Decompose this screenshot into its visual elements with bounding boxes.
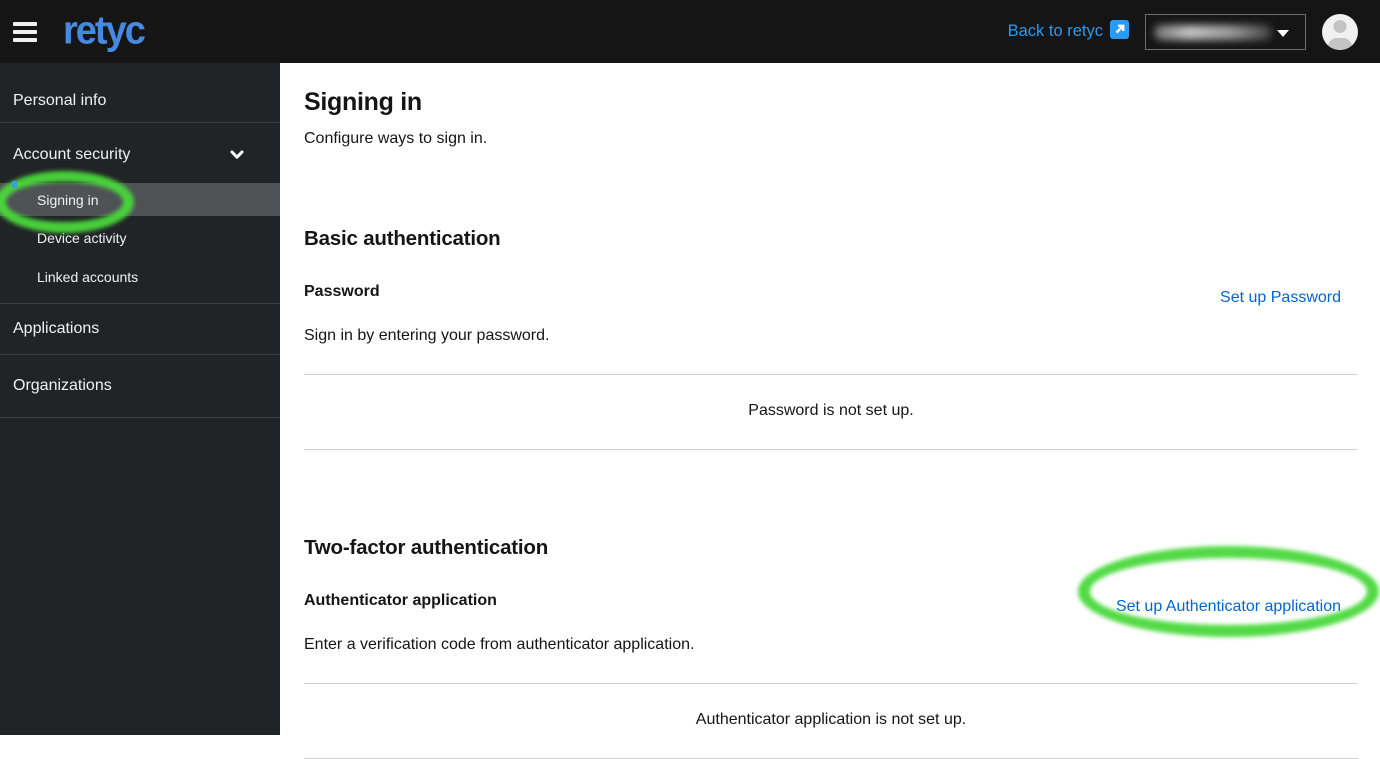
sidebar-item-label: Device activity [37, 230, 127, 246]
credential-description: Sign in by entering your password. [304, 327, 550, 344]
setup-authenticator-link[interactable]: Set up Authenticator application [1116, 597, 1341, 617]
section-heading: Two-factor authentication [304, 536, 549, 559]
credential-status-text: Password is not set up. [748, 402, 914, 419]
sidebar-item-personal-info[interactable]: Personal info [0, 63, 280, 122]
page-subtitle: Configure ways to sign in. [304, 130, 488, 147]
user-menu-dropdown[interactable] [1145, 13, 1306, 50]
redacted-username [1154, 24, 1272, 40]
page-title: Signing in [304, 88, 422, 116]
sidebar-item-applications[interactable]: Applications [0, 304, 280, 354]
active-item-indicator [12, 181, 17, 188]
sidebar-item-linked-accounts[interactable]: Linked accounts [0, 260, 280, 294]
hamburger-icon[interactable] [13, 18, 39, 46]
sidebar-item-label: Organizations [13, 377, 112, 394]
sidebar-item-device-activity[interactable]: Device activity [0, 216, 280, 260]
section-heading: Basic authentication [304, 227, 501, 250]
hamburger-bar [13, 37, 37, 42]
sidebar-item-account-security[interactable]: Account security [0, 123, 280, 178]
back-link-label: Back to retyc [1007, 22, 1103, 40]
sidebar-item-organizations[interactable]: Organizations [0, 355, 280, 417]
sidebar-item-label: Linked accounts [37, 269, 139, 285]
external-link-icon [1110, 19, 1129, 44]
back-to-app-link[interactable]: Back to retyc [1007, 19, 1129, 44]
credential-description: Enter a verification code from authentic… [304, 636, 695, 653]
avatar-body [1328, 37, 1352, 50]
sidebar-item-label: Applications [13, 320, 100, 337]
sidebar-item-signing-in[interactable]: Signing in [0, 183, 280, 216]
app-logo: retyc [63, 8, 146, 54]
account-security-subnav: Signing in Device activity Linked accoun… [0, 183, 280, 294]
credential-status-text: Authenticator application is not set up. [695, 711, 967, 728]
sidebar-item-label: Personal info [13, 92, 107, 109]
divider [304, 449, 1358, 450]
setup-password-link[interactable]: Set up Password [1220, 288, 1341, 308]
caret-down-icon [1277, 29, 1289, 37]
hamburger-bar [13, 21, 37, 26]
divider [0, 417, 280, 418]
hamburger-bar [13, 29, 37, 34]
sidebar-item-label: Signing in [37, 191, 99, 208]
user-avatar-icon[interactable] [1322, 13, 1358, 50]
main-content: Signing in Configure ways to sign in. Ba… [280, 63, 1380, 759]
avatar-head [1333, 19, 1347, 33]
credential-label-authenticator: Authenticator application [304, 592, 497, 609]
section-two-factor-authentication: Two-factor authentication Authenticator … [304, 535, 1358, 759]
sidebar-nav: Personal info Account security Signing i… [0, 63, 280, 735]
masthead: retyc Back to retyc [0, 0, 1380, 63]
credential-label-password: Password [304, 283, 380, 300]
chevron-down-icon [230, 147, 244, 165]
sidebar-item-label: Account security [13, 146, 131, 163]
section-basic-authentication: Basic authentication Password Set up Pas… [304, 226, 1358, 450]
masthead-right-group: Back to retyc [1008, 0, 1358, 63]
